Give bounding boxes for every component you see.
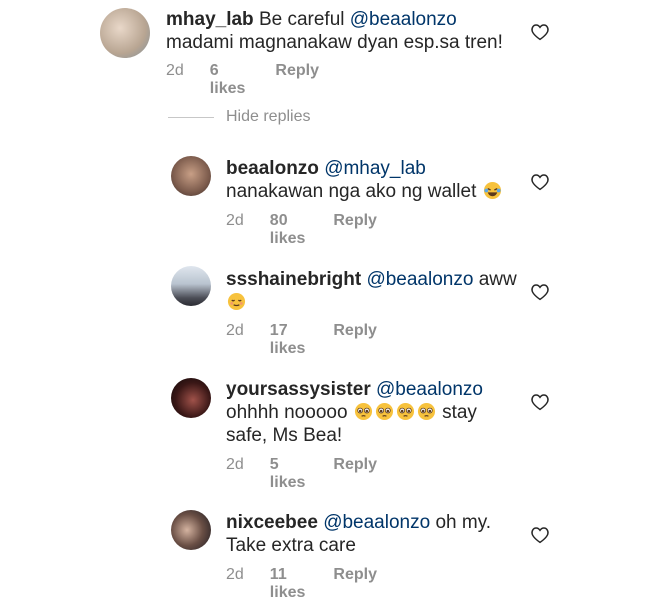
likes-count[interactable]: 5 likes [270,456,306,492]
comment-body: oh my. [435,512,492,533]
comment-meta: 2d 80 likes Reply [226,212,377,248]
heart-icon[interactable] [530,393,550,411]
comment-text: yoursassysister @beaalonzo ohhhh nooooo … [226,378,526,447]
reply-button[interactable]: Reply [333,322,377,358]
mention[interactable]: @beaalonzo [376,379,483,400]
pleading-emoji-icon [375,402,393,421]
mention[interactable]: @beaalonzo [350,9,457,30]
comment-meta: 2d 17 likes Reply [226,322,377,358]
comment-text: mhay_lab Be careful @beaalonzo madami ma… [166,8,526,54]
avatar[interactable] [171,266,211,306]
heart-icon[interactable] [530,526,550,544]
pleading-emoji-icon [354,402,372,421]
comment-meta: 2d 11 likes Reply [226,566,377,602]
laughing-emoji-icon [483,181,501,200]
reply-button[interactable]: Reply [333,456,377,492]
comment-prefix: Be careful [258,9,350,30]
pleading-emoji-icon [396,402,414,421]
username[interactable]: nixceebee [226,512,318,533]
comment-body: aww [478,269,517,290]
heart-icon[interactable] [530,173,550,191]
pleading-emoji-group [353,402,437,423]
comment-body-cont: stay [442,402,477,423]
comment-text: nixceebee @beaalonzo oh my. Take extra c… [226,511,526,557]
heart-icon[interactable] [530,23,550,41]
hide-replies-label: Hide replies [226,108,311,125]
mention[interactable]: @beaalonzo [366,269,473,290]
reply-button[interactable]: Reply [333,212,377,248]
comment-body: ohhhh nooooo [226,402,348,423]
reply-button[interactable]: Reply [275,62,319,98]
username[interactable]: yoursassysister [226,379,371,400]
username[interactable]: ssshainebright [226,269,361,290]
likes-count[interactable]: 11 likes [270,566,306,602]
likes-count[interactable]: 80 likes [270,212,306,248]
heart-icon[interactable] [530,283,550,301]
avatar[interactable] [100,8,150,58]
comment-body-line2: Take extra care [226,535,356,556]
timestamp: 2d [166,62,184,79]
username[interactable]: mhay_lab [166,9,254,30]
comment-meta: 2d 6 likes Reply [166,62,319,98]
comment-body: nanakawan nga ako ng wallet [226,181,477,202]
timestamp: 2d [226,212,244,229]
hide-replies-button[interactable]: Hide replies [168,108,310,126]
pleading-emoji-icon [417,402,435,421]
mention[interactable]: @beaalonzo [323,512,430,533]
mention[interactable]: @mhay_lab [324,158,426,179]
comment-text: beaalonzo @mhay_lab nanakawan nga ako ng… [226,157,526,203]
divider-line [168,116,214,118]
avatar[interactable] [171,156,211,196]
timestamp: 2d [226,456,244,473]
comment-body-line2: safe, Ms Bea! [226,425,343,446]
likes-count[interactable]: 6 likes [210,62,246,98]
relieved-emoji-icon [227,292,246,311]
avatar[interactable] [171,510,211,550]
likes-count[interactable]: 17 likes [270,322,306,358]
comment-meta: 2d 5 likes Reply [226,456,377,492]
timestamp: 2d [226,322,244,339]
timestamp: 2d [226,566,244,583]
avatar[interactable] [171,378,211,418]
username[interactable]: beaalonzo [226,158,319,179]
reply-button[interactable]: Reply [333,566,377,602]
comment-text: ssshainebright @beaalonzo aww [226,268,526,314]
comment-body: madami magnanakaw dyan esp.sa tren! [166,32,503,53]
